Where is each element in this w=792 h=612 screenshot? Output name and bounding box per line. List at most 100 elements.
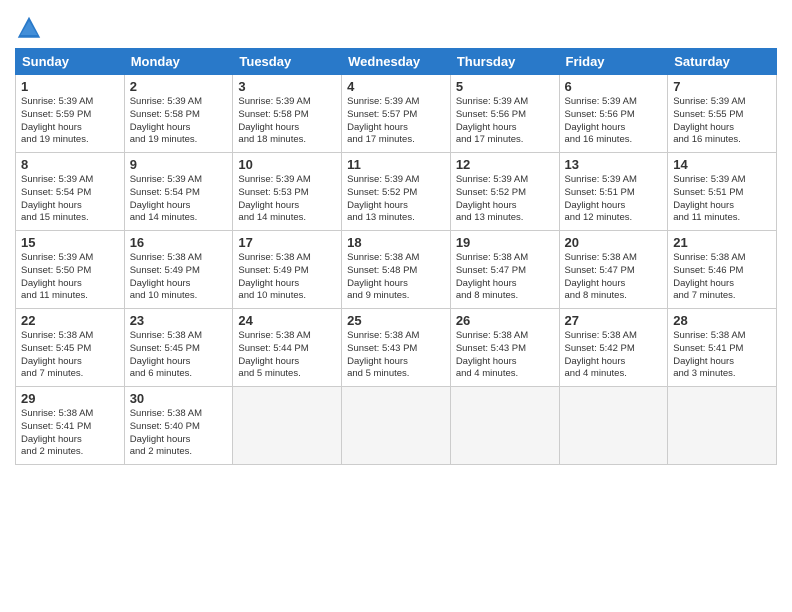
calendar-cell: 2 Sunrise: 5:39 AMSunset: 5:58 PMDaylight… (124, 75, 233, 153)
calendar-cell: 26Sunrise: 5:38 AMSunset: 5:43 PMDayligh… (450, 309, 559, 387)
calendar-cell: 20Sunrise: 5:38 AMSunset: 5:47 PMDayligh… (559, 231, 668, 309)
weekday-header-saturday: Saturday (668, 49, 777, 75)
calendar-cell: 28 Sunrise: 5:38 AMSunset: 5:41 PMDayligh… (668, 309, 777, 387)
day-number: 28 (673, 313, 771, 328)
calendar-cell: 10 Sunrise: 5:39 AMSunset: 5:53 PMDayligh… (233, 153, 342, 231)
day-number: 5 (456, 79, 554, 94)
day-number: 21 (673, 235, 771, 250)
calendar-cell: 5 Sunrise: 5:39 AMSunset: 5:56 PMDaylight… (450, 75, 559, 153)
calendar-cell: 27 Sunrise: 5:38 AMSunset: 5:42 PMDayligh… (559, 309, 668, 387)
day-number: 19 (456, 235, 554, 250)
day-info: Sunrise: 5:39 AMSunset: 5:51 PMDaylight … (673, 174, 771, 225)
day-info: Sunrise: 5:39 AMSunset: 5:56 PMDaylight … (565, 96, 663, 147)
day-info: Sunrise: 5:39 AMSunset: 5:52 PMDaylight … (456, 174, 554, 225)
day-info: Sunrise: 5:38 AMSunset: 5:46 PMDaylight … (673, 252, 771, 303)
day-number: 3 (238, 79, 336, 94)
logo-icon (15, 14, 43, 42)
day-info: Sunrise: 5:38 AMSunset: 5:44 PMDaylight … (238, 330, 336, 381)
calendar-cell: 29Sunrise: 5:38 AMSunset: 5:41 PMDayligh… (16, 387, 125, 465)
calendar-cell (559, 387, 668, 465)
weekday-header-thursday: Thursday (450, 49, 559, 75)
day-number: 27 (565, 313, 663, 328)
calendar-table: SundayMondayTuesdayWednesdayThursdayFrid… (15, 48, 777, 465)
day-info: Sunrise: 5:39 AMSunset: 5:58 PMDaylight … (130, 96, 228, 147)
day-number: 29 (21, 391, 119, 406)
day-info: Sunrise: 5:39 AMSunset: 5:53 PMDaylight … (238, 174, 336, 225)
calendar-week-1: 1 Sunrise: 5:39 AMSunset: 5:59 PMDaylight… (16, 75, 777, 153)
day-number: 15 (21, 235, 119, 250)
day-number: 11 (347, 157, 445, 172)
calendar-cell: 3 Sunrise: 5:39 AMSunset: 5:58 PMDaylight… (233, 75, 342, 153)
day-info: Sunrise: 5:39 AMSunset: 5:52 PMDaylight … (347, 174, 445, 225)
weekday-header-sunday: Sunday (16, 49, 125, 75)
calendar-cell: 18Sunrise: 5:38 AMSunset: 5:48 PMDayligh… (342, 231, 451, 309)
day-number: 4 (347, 79, 445, 94)
day-info: Sunrise: 5:39 AMSunset: 5:58 PMDaylight … (238, 96, 336, 147)
day-number: 7 (673, 79, 771, 94)
calendar-cell: 15 Sunrise: 5:39 AMSunset: 5:50 PMDayligh… (16, 231, 125, 309)
day-info: Sunrise: 5:39 AMSunset: 5:57 PMDaylight … (347, 96, 445, 147)
calendar-cell: 8Sunrise: 5:39 AMSunset: 5:54 PMDaylight… (16, 153, 125, 231)
day-number: 24 (238, 313, 336, 328)
calendar-cell: 7 Sunrise: 5:39 AMSunset: 5:55 PMDaylight… (668, 75, 777, 153)
calendar-cell (668, 387, 777, 465)
calendar-cell (342, 387, 451, 465)
calendar-cell: 1 Sunrise: 5:39 AMSunset: 5:59 PMDaylight… (16, 75, 125, 153)
day-info: Sunrise: 5:38 AMSunset: 5:47 PMDaylight … (565, 252, 663, 303)
calendar-cell: 9 Sunrise: 5:39 AMSunset: 5:54 PMDaylight… (124, 153, 233, 231)
day-info: Sunrise: 5:39 AMSunset: 5:56 PMDaylight … (456, 96, 554, 147)
calendar-week-4: 22 Sunrise: 5:38 AMSunset: 5:45 PMDayligh… (16, 309, 777, 387)
day-number: 30 (130, 391, 228, 406)
day-info: Sunrise: 5:38 AMSunset: 5:45 PMDaylight … (21, 330, 119, 381)
day-info: Sunrise: 5:38 AMSunset: 5:43 PMDaylight … (456, 330, 554, 381)
calendar-cell: 14 Sunrise: 5:39 AMSunset: 5:51 PMDayligh… (668, 153, 777, 231)
calendar-cell: 16 Sunrise: 5:38 AMSunset: 5:49 PMDayligh… (124, 231, 233, 309)
calendar-week-5: 29Sunrise: 5:38 AMSunset: 5:41 PMDayligh… (16, 387, 777, 465)
header (15, 10, 777, 42)
calendar-week-3: 15 Sunrise: 5:39 AMSunset: 5:50 PMDayligh… (16, 231, 777, 309)
calendar-cell: 25Sunrise: 5:38 AMSunset: 5:43 PMDayligh… (342, 309, 451, 387)
day-info: Sunrise: 5:38 AMSunset: 5:42 PMDaylight … (565, 330, 663, 381)
day-info: Sunrise: 5:39 AMSunset: 5:54 PMDaylight … (130, 174, 228, 225)
logo (15, 14, 45, 42)
day-number: 17 (238, 235, 336, 250)
day-number: 1 (21, 79, 119, 94)
calendar-week-2: 8Sunrise: 5:39 AMSunset: 5:54 PMDaylight… (16, 153, 777, 231)
day-number: 6 (565, 79, 663, 94)
weekday-header-friday: Friday (559, 49, 668, 75)
page: SundayMondayTuesdayWednesdayThursdayFrid… (0, 0, 792, 612)
calendar-cell: 6 Sunrise: 5:39 AMSunset: 5:56 PMDaylight… (559, 75, 668, 153)
day-number: 2 (130, 79, 228, 94)
calendar-cell: 13 Sunrise: 5:39 AMSunset: 5:51 PMDayligh… (559, 153, 668, 231)
day-info: Sunrise: 5:38 AMSunset: 5:40 PMDaylight … (130, 408, 228, 459)
day-number: 25 (347, 313, 445, 328)
calendar-cell: 11 Sunrise: 5:39 AMSunset: 5:52 PMDayligh… (342, 153, 451, 231)
day-info: Sunrise: 5:38 AMSunset: 5:45 PMDaylight … (130, 330, 228, 381)
day-number: 12 (456, 157, 554, 172)
weekday-header-wednesday: Wednesday (342, 49, 451, 75)
weekday-header-row: SundayMondayTuesdayWednesdayThursdayFrid… (16, 49, 777, 75)
day-number: 9 (130, 157, 228, 172)
calendar-cell: 23Sunrise: 5:38 AMSunset: 5:45 PMDayligh… (124, 309, 233, 387)
calendar-cell (233, 387, 342, 465)
calendar-cell: 22 Sunrise: 5:38 AMSunset: 5:45 PMDayligh… (16, 309, 125, 387)
day-number: 16 (130, 235, 228, 250)
calendar-cell: 21 Sunrise: 5:38 AMSunset: 5:46 PMDayligh… (668, 231, 777, 309)
day-info: Sunrise: 5:39 AMSunset: 5:59 PMDaylight … (21, 96, 119, 147)
calendar-cell: 24 Sunrise: 5:38 AMSunset: 5:44 PMDayligh… (233, 309, 342, 387)
weekday-header-tuesday: Tuesday (233, 49, 342, 75)
day-info: Sunrise: 5:38 AMSunset: 5:49 PMDaylight … (130, 252, 228, 303)
day-info: Sunrise: 5:38 AMSunset: 5:41 PMDaylight … (673, 330, 771, 381)
day-info: Sunrise: 5:39 AMSunset: 5:51 PMDaylight … (565, 174, 663, 225)
calendar-cell: 4 Sunrise: 5:39 AMSunset: 5:57 PMDaylight… (342, 75, 451, 153)
day-info: Sunrise: 5:39 AMSunset: 5:55 PMDaylight … (673, 96, 771, 147)
day-info: Sunrise: 5:38 AMSunset: 5:47 PMDaylight … (456, 252, 554, 303)
day-info: Sunrise: 5:39 AMSunset: 5:50 PMDaylight … (21, 252, 119, 303)
calendar-cell: 19 Sunrise: 5:38 AMSunset: 5:47 PMDayligh… (450, 231, 559, 309)
day-number: 22 (21, 313, 119, 328)
calendar-cell: 30 Sunrise: 5:38 AMSunset: 5:40 PMDayligh… (124, 387, 233, 465)
day-number: 14 (673, 157, 771, 172)
day-number: 13 (565, 157, 663, 172)
day-number: 10 (238, 157, 336, 172)
calendar-cell: 12 Sunrise: 5:39 AMSunset: 5:52 PMDayligh… (450, 153, 559, 231)
